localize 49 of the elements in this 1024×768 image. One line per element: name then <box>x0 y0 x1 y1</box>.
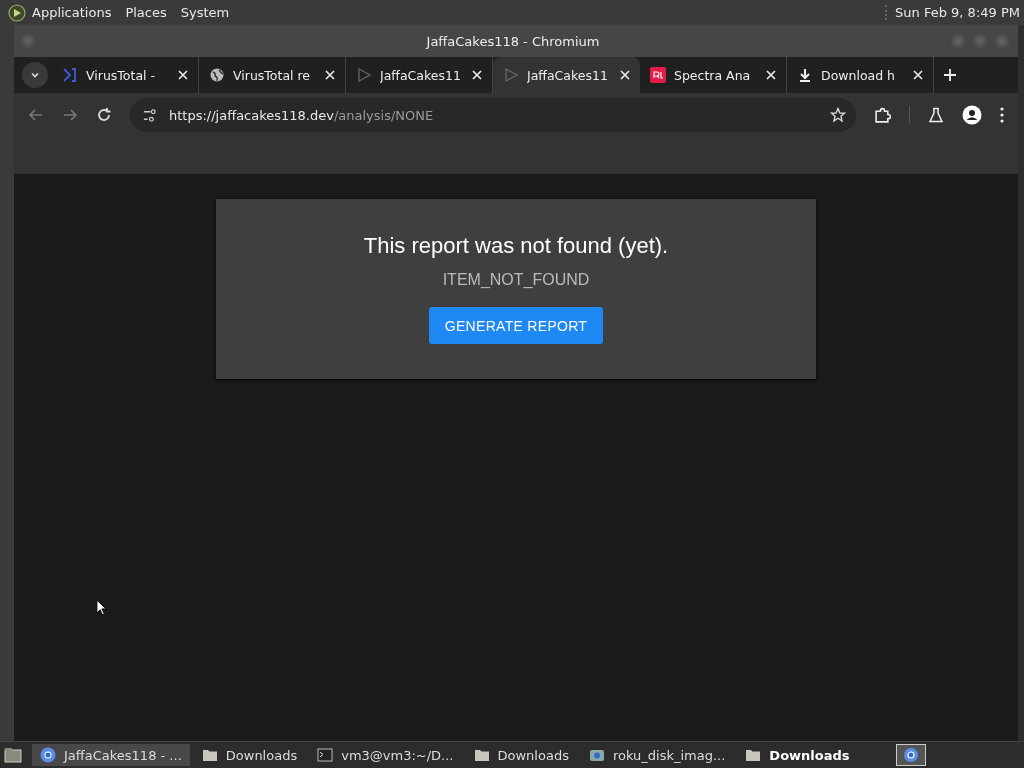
profile-icon[interactable] <box>962 105 982 125</box>
panel-menu[interactable]: Places <box>125 5 167 20</box>
cursor-icon <box>96 599 107 616</box>
logo-icon[interactable] <box>8 3 26 22</box>
window-title: JaffaCakes118 - Chromium <box>424 33 601 49</box>
show-desktop-icon[interactable] <box>4 747 22 763</box>
close-icon[interactable] <box>766 70 776 80</box>
download-icon <box>797 67 813 83</box>
taskbar-item[interactable]: roku_disk_imag... <box>580 744 734 766</box>
play-icon <box>356 67 372 83</box>
star-icon[interactable] <box>830 107 846 123</box>
folder-icon <box>473 748 490 762</box>
browser-tab[interactable]: JaffaCakes11 <box>493 57 640 93</box>
taskbar-item[interactable]: Downloads <box>465 744 577 766</box>
caret-icon <box>30 70 40 80</box>
chromium-icon[interactable] <box>896 744 926 766</box>
close-icon[interactable] <box>325 70 335 80</box>
close-icon[interactable] <box>178 70 188 80</box>
close-icon[interactable] <box>472 70 482 80</box>
back-icon[interactable] <box>28 107 44 123</box>
panel-menu[interactable]: Applications <box>32 5 112 20</box>
taskbar-item[interactable]: Downloads <box>737 744 858 766</box>
play-icon <box>503 67 519 83</box>
report-title: This report was not found (yet). <box>363 233 669 259</box>
logo-icon <box>650 67 666 83</box>
folder-icon <box>201 748 218 762</box>
site-settings-icon[interactable] <box>142 107 157 123</box>
folder-icon <box>745 748 762 762</box>
panel-menu[interactable]: System <box>180 5 230 20</box>
address-bar[interactable]: https://jaffacakes118.dev/analysis/NONE <box>130 98 856 132</box>
extensions-icon[interactable] <box>874 106 891 124</box>
flask-icon[interactable] <box>928 107 944 123</box>
taskbar-item[interactable]: vm3@vm3:~/D... <box>309 744 462 766</box>
generate-report-button[interactable]: GENERATE REPORT <box>428 307 604 344</box>
error-code: ITEM_NOT_FOUND <box>442 271 590 289</box>
menu-icon[interactable] <box>1000 107 1004 123</box>
reload-icon[interactable] <box>96 107 112 123</box>
url-text: https://jaffacakes118.dev/analysis/NONE <box>169 107 434 123</box>
taskbar-item[interactable]: Downloads <box>193 744 306 766</box>
new-tab-icon[interactable] <box>944 69 956 81</box>
globe-icon <box>209 67 225 83</box>
taskbar-item[interactable]: JaffaCakes118 - ... <box>32 744 190 766</box>
forward-icon[interactable] <box>62 107 78 123</box>
close-icon[interactable] <box>913 70 923 80</box>
tab-list-button[interactable] <box>22 62 48 88</box>
terminal-icon <box>317 748 334 762</box>
close-icon[interactable] <box>620 70 630 80</box>
chromium-icon <box>40 747 56 763</box>
clock[interactable]: Sun Feb 9, 8:49 PM <box>885 5 1020 20</box>
